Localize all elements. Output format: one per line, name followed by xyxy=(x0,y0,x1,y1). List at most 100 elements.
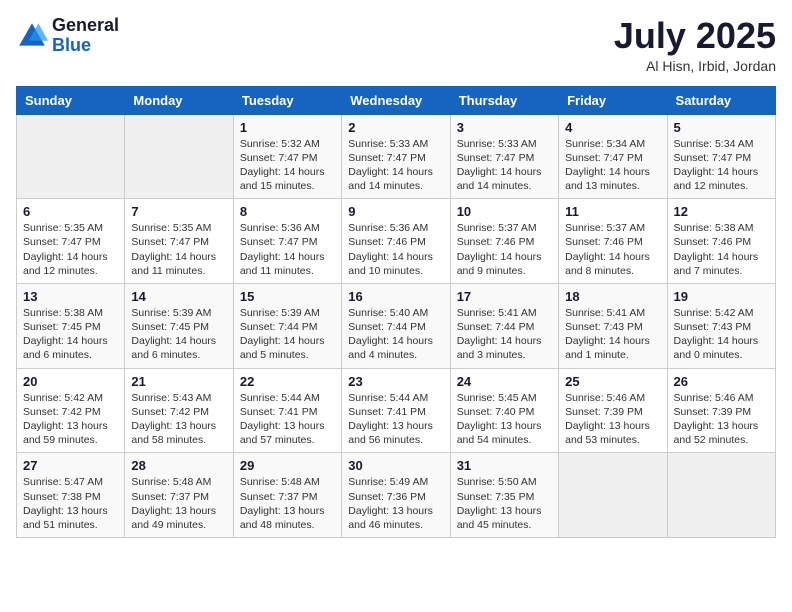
day-number: 16 xyxy=(348,289,443,304)
day-info: Sunrise: 5:33 AMSunset: 7:47 PMDaylight:… xyxy=(457,137,552,194)
day-number: 17 xyxy=(457,289,552,304)
day-info: Sunrise: 5:37 AMSunset: 7:46 PMDaylight:… xyxy=(565,221,660,278)
day-number: 13 xyxy=(23,289,118,304)
day-number: 24 xyxy=(457,374,552,389)
calendar-cell: 27Sunrise: 5:47 AMSunset: 7:38 PMDayligh… xyxy=(17,453,125,538)
day-info: Sunrise: 5:35 AMSunset: 7:47 PMDaylight:… xyxy=(23,221,118,278)
day-info: Sunrise: 5:45 AMSunset: 7:40 PMDaylight:… xyxy=(457,391,552,448)
day-number: 10 xyxy=(457,204,552,219)
calendar-cell xyxy=(559,453,667,538)
logo-icon xyxy=(16,20,48,52)
calendar-cell: 5Sunrise: 5:34 AMSunset: 7:47 PMDaylight… xyxy=(667,114,775,199)
day-number: 15 xyxy=(240,289,335,304)
day-number: 26 xyxy=(674,374,769,389)
day-info: Sunrise: 5:44 AMSunset: 7:41 PMDaylight:… xyxy=(240,391,335,448)
day-info: Sunrise: 5:44 AMSunset: 7:41 PMDaylight:… xyxy=(348,391,443,448)
weekday-header-monday: Monday xyxy=(125,86,233,114)
calendar-cell: 4Sunrise: 5:34 AMSunset: 7:47 PMDaylight… xyxy=(559,114,667,199)
day-info: Sunrise: 5:39 AMSunset: 7:45 PMDaylight:… xyxy=(131,306,226,363)
day-info: Sunrise: 5:49 AMSunset: 7:36 PMDaylight:… xyxy=(348,475,443,532)
calendar-cell xyxy=(125,114,233,199)
day-info: Sunrise: 5:46 AMSunset: 7:39 PMDaylight:… xyxy=(674,391,769,448)
day-info: Sunrise: 5:50 AMSunset: 7:35 PMDaylight:… xyxy=(457,475,552,532)
day-info: Sunrise: 5:41 AMSunset: 7:43 PMDaylight:… xyxy=(565,306,660,363)
logo-text: General Blue xyxy=(52,16,119,56)
location: Al Hisn, Irbid, Jordan xyxy=(614,58,776,74)
weekday-header-tuesday: Tuesday xyxy=(233,86,341,114)
day-info: Sunrise: 5:48 AMSunset: 7:37 PMDaylight:… xyxy=(240,475,335,532)
logo-blue: Blue xyxy=(52,36,119,56)
day-number: 29 xyxy=(240,458,335,473)
day-number: 7 xyxy=(131,204,226,219)
calendar-week-5: 27Sunrise: 5:47 AMSunset: 7:38 PMDayligh… xyxy=(17,453,776,538)
calendar-cell: 23 Sunrise: 5:44 AMSunset: 7:41 PMDayligh… xyxy=(342,368,450,453)
day-info: Sunrise: 5:36 AMSunset: 7:47 PMDaylight:… xyxy=(240,221,335,278)
day-info: Sunrise: 5:38 AMSunset: 7:46 PMDaylight:… xyxy=(674,221,769,278)
calendar-cell: 13Sunrise: 5:38 AMSunset: 7:45 PMDayligh… xyxy=(17,283,125,368)
calendar-week-4: 20 Sunrise: 5:42 AMSunset: 7:42 PMDayligh… xyxy=(17,368,776,453)
day-number: 21 xyxy=(131,374,226,389)
day-number: 28 xyxy=(131,458,226,473)
weekday-header-sunday: Sunday xyxy=(17,86,125,114)
day-info: Sunrise: 5:43 AMSunset: 7:42 PMDaylight:… xyxy=(131,391,226,448)
calendar: SundayMondayTuesdayWednesdayThursdayFrid… xyxy=(16,86,776,538)
calendar-cell: 19 Sunrise: 5:42 AMSunset: 7:43 PMDayligh… xyxy=(667,283,775,368)
calendar-cell: 29 Sunrise: 5:48 AMSunset: 7:37 PMDayligh… xyxy=(233,453,341,538)
calendar-week-2: 6 Sunrise: 5:35 AMSunset: 7:47 PMDaylight… xyxy=(17,199,776,284)
month-year: July 2025 xyxy=(614,16,776,56)
weekday-header-friday: Friday xyxy=(559,86,667,114)
day-number: 1 xyxy=(240,120,335,135)
calendar-cell: 15 Sunrise: 5:39 AMSunset: 7:44 PMDayligh… xyxy=(233,283,341,368)
day-number: 9 xyxy=(348,204,443,219)
day-number: 6 xyxy=(23,204,118,219)
calendar-cell: 25Sunrise: 5:46 AMSunset: 7:39 PMDayligh… xyxy=(559,368,667,453)
day-number: 3 xyxy=(457,120,552,135)
weekday-header-row: SundayMondayTuesdayWednesdayThursdayFrid… xyxy=(17,86,776,114)
title-section: July 2025 Al Hisn, Irbid, Jordan xyxy=(614,16,776,74)
day-info: Sunrise: 5:41 AMSunset: 7:44 PMDaylight:… xyxy=(457,306,552,363)
day-number: 8 xyxy=(240,204,335,219)
day-info: Sunrise: 5:39 AMSunset: 7:44 PMDaylight:… xyxy=(240,306,335,363)
calendar-cell: 1Sunrise: 5:32 AMSunset: 7:47 PMDaylight… xyxy=(233,114,341,199)
day-number: 31 xyxy=(457,458,552,473)
calendar-cell: 31 Sunrise: 5:50 AMSunset: 7:35 PMDayligh… xyxy=(450,453,558,538)
weekday-header-thursday: Thursday xyxy=(450,86,558,114)
calendar-cell: 3 Sunrise: 5:33 AMSunset: 7:47 PMDaylight… xyxy=(450,114,558,199)
calendar-cell: 2 Sunrise: 5:33 AMSunset: 7:47 PMDaylight… xyxy=(342,114,450,199)
day-info: Sunrise: 5:36 AMSunset: 7:46 PMDaylight:… xyxy=(348,221,443,278)
day-info: Sunrise: 5:40 AMSunset: 7:44 PMDaylight:… xyxy=(348,306,443,363)
header: General Blue July 2025 Al Hisn, Irbid, J… xyxy=(16,16,776,74)
calendar-cell: 8 Sunrise: 5:36 AMSunset: 7:47 PMDaylight… xyxy=(233,199,341,284)
calendar-cell: 18Sunrise: 5:41 AMSunset: 7:43 PMDayligh… xyxy=(559,283,667,368)
logo: General Blue xyxy=(16,16,119,56)
day-info: Sunrise: 5:37 AMSunset: 7:46 PMDaylight:… xyxy=(457,221,552,278)
weekday-header-wednesday: Wednesday xyxy=(342,86,450,114)
calendar-cell: 10 Sunrise: 5:37 AMSunset: 7:46 PMDayligh… xyxy=(450,199,558,284)
calendar-cell: 16 Sunrise: 5:40 AMSunset: 7:44 PMDayligh… xyxy=(342,283,450,368)
calendar-cell: 14Sunrise: 5:39 AMSunset: 7:45 PMDayligh… xyxy=(125,283,233,368)
day-info: Sunrise: 5:33 AMSunset: 7:47 PMDaylight:… xyxy=(348,137,443,194)
day-info: Sunrise: 5:48 AMSunset: 7:37 PMDaylight:… xyxy=(131,475,226,532)
day-number: 23 xyxy=(348,374,443,389)
day-number: 19 xyxy=(674,289,769,304)
calendar-cell: 26 Sunrise: 5:46 AMSunset: 7:39 PMDayligh… xyxy=(667,368,775,453)
logo-general: General xyxy=(52,16,119,36)
calendar-cell xyxy=(17,114,125,199)
calendar-cell: 21 Sunrise: 5:43 AMSunset: 7:42 PMDayligh… xyxy=(125,368,233,453)
day-number: 2 xyxy=(348,120,443,135)
day-info: Sunrise: 5:42 AMSunset: 7:43 PMDaylight:… xyxy=(674,306,769,363)
calendar-cell: 9 Sunrise: 5:36 AMSunset: 7:46 PMDaylight… xyxy=(342,199,450,284)
calendar-cell: 6 Sunrise: 5:35 AMSunset: 7:47 PMDaylight… xyxy=(17,199,125,284)
day-number: 22 xyxy=(240,374,335,389)
calendar-cell: 28 Sunrise: 5:48 AMSunset: 7:37 PMDayligh… xyxy=(125,453,233,538)
day-info: Sunrise: 5:35 AMSunset: 7:47 PMDaylight:… xyxy=(131,221,226,278)
day-number: 30 xyxy=(348,458,443,473)
day-info: Sunrise: 5:42 AMSunset: 7:42 PMDaylight:… xyxy=(23,391,118,448)
day-info: Sunrise: 5:47 AMSunset: 7:38 PMDaylight:… xyxy=(23,475,118,532)
day-number: 12 xyxy=(674,204,769,219)
calendar-week-3: 13Sunrise: 5:38 AMSunset: 7:45 PMDayligh… xyxy=(17,283,776,368)
day-number: 20 xyxy=(23,374,118,389)
calendar-cell: 22 Sunrise: 5:44 AMSunset: 7:41 PMDayligh… xyxy=(233,368,341,453)
day-info: Sunrise: 5:34 AMSunset: 7:47 PMDaylight:… xyxy=(565,137,660,194)
day-number: 25 xyxy=(565,374,660,389)
